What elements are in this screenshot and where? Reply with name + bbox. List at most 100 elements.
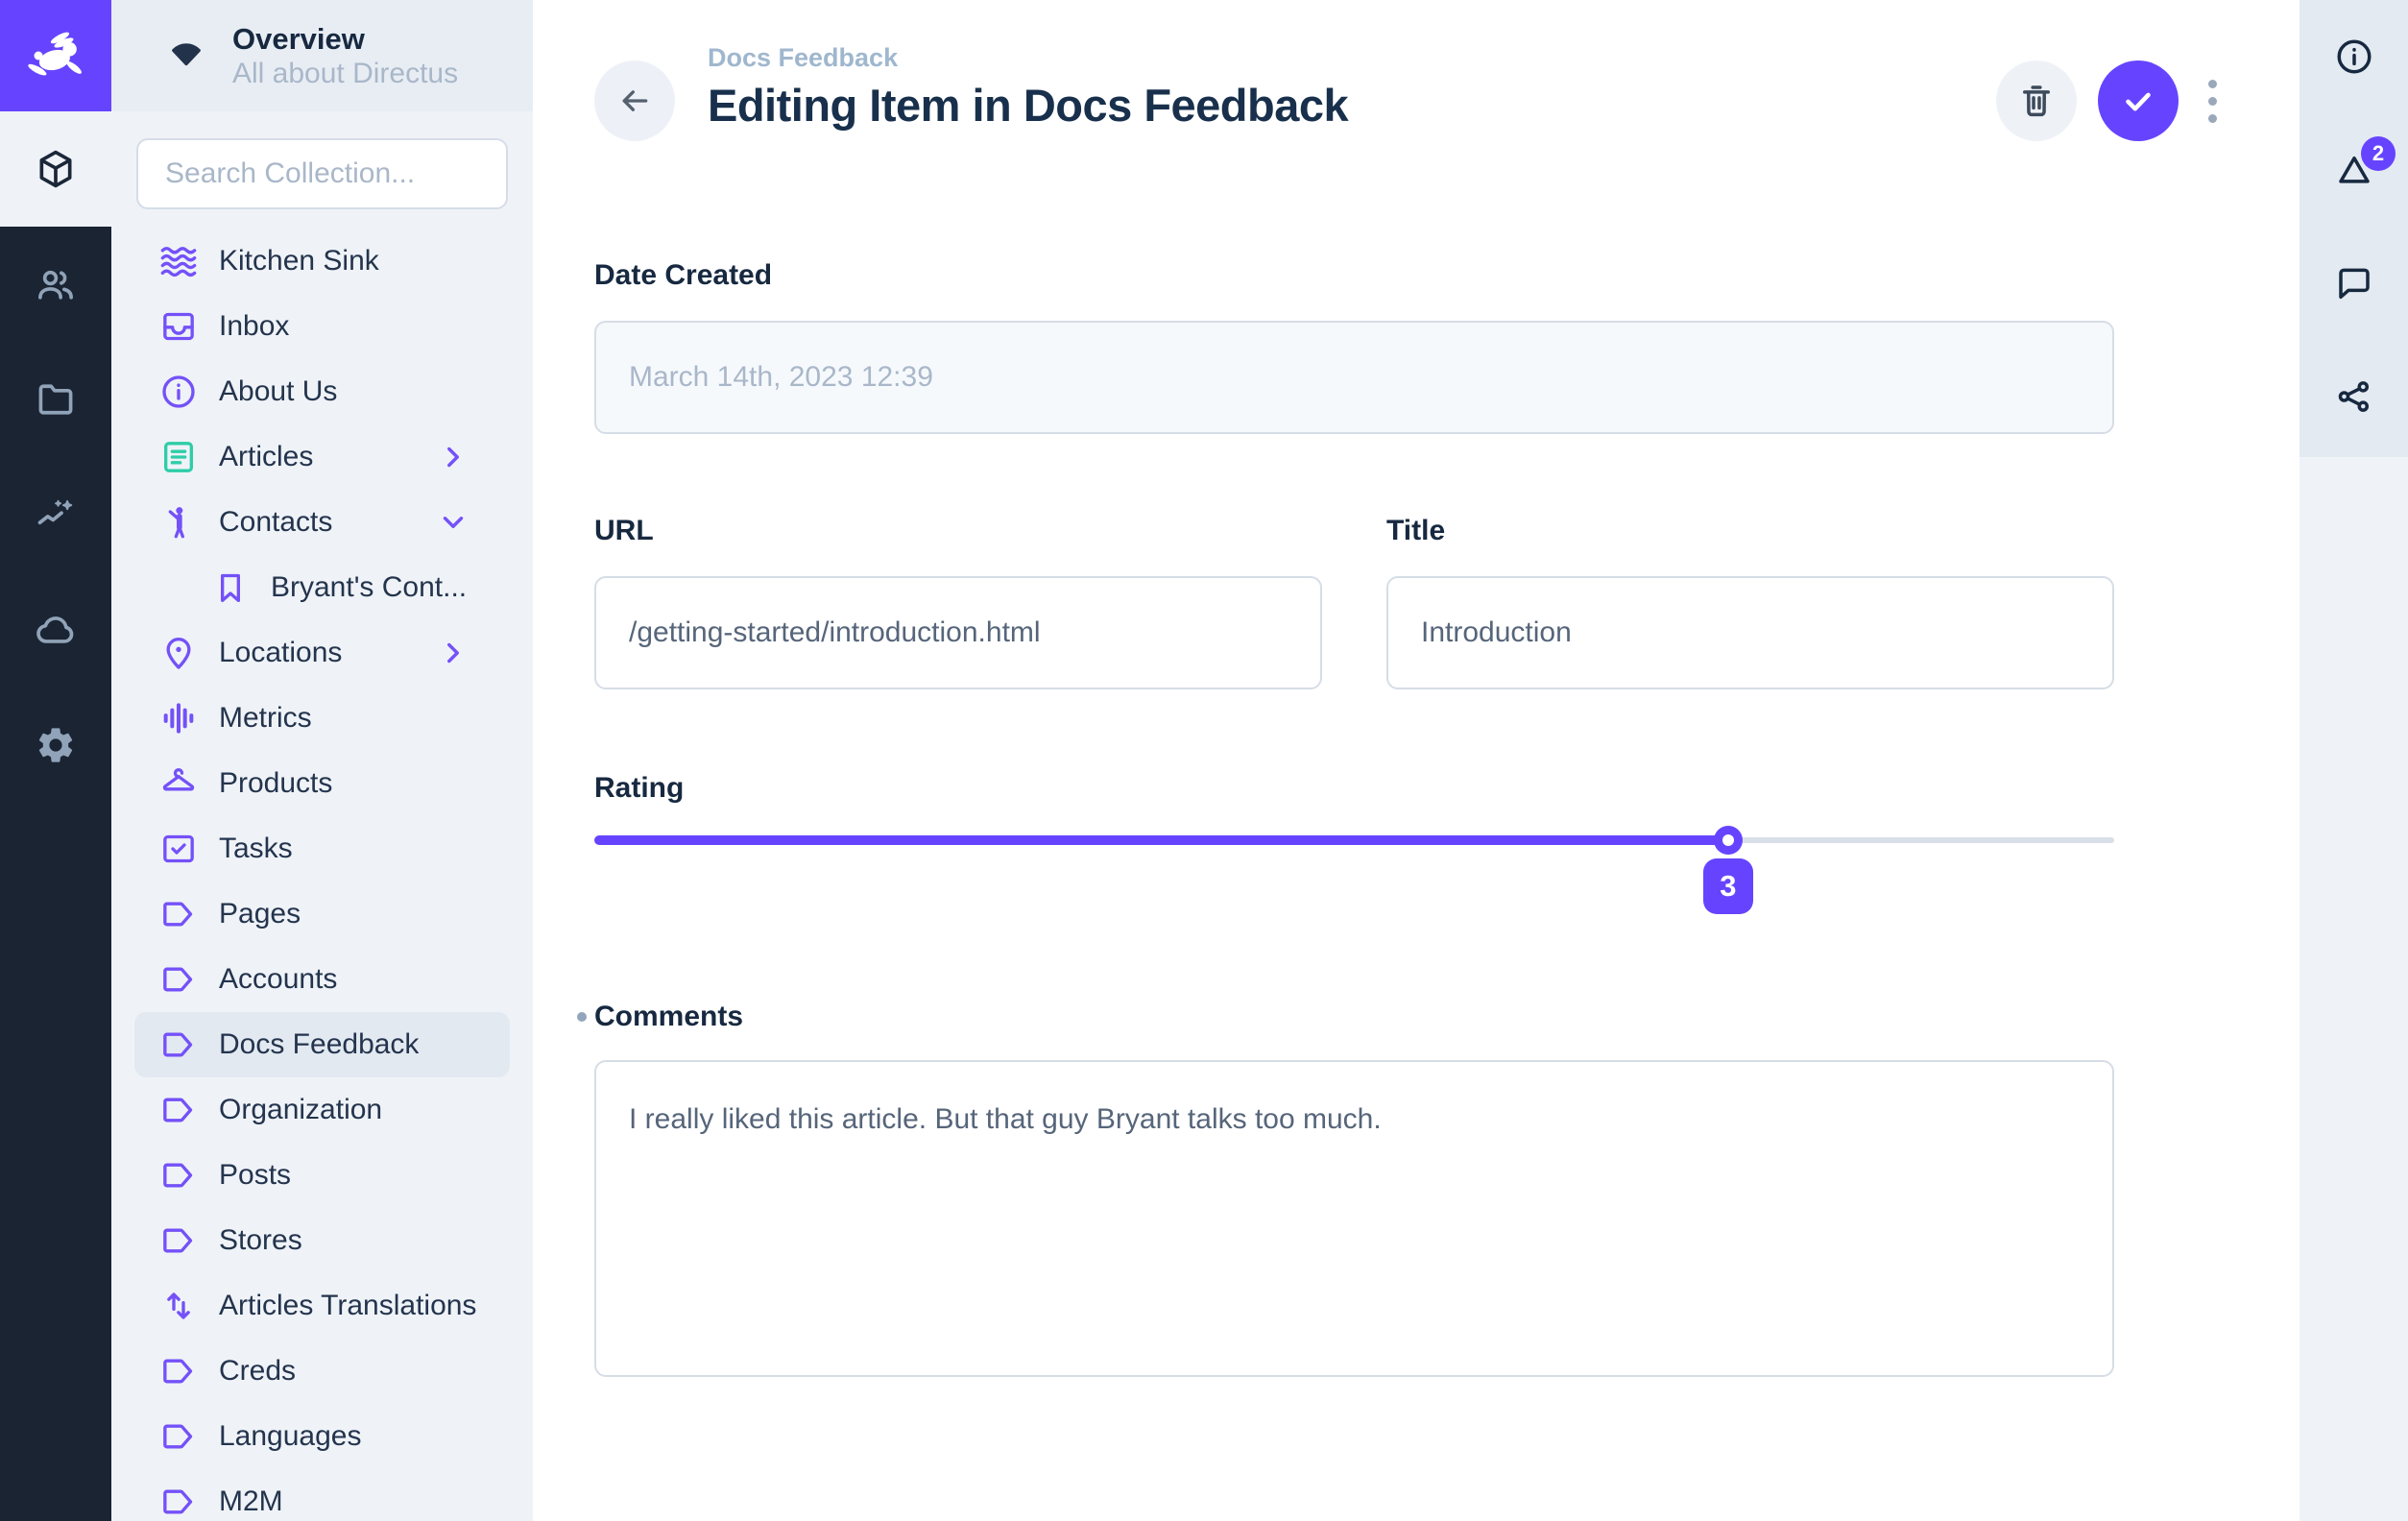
cloud-icon	[35, 609, 77, 651]
revisions-button[interactable]: 2	[2300, 113, 2408, 227]
sidebar-item-articles[interactable]: Articles	[134, 424, 510, 490]
page-titles: Docs Feedback Editing Item in Docs Feedb…	[708, 42, 1348, 133]
url-input[interactable]	[594, 576, 1322, 689]
label-icon	[159, 1091, 198, 1129]
label-icon	[159, 1352, 198, 1390]
date-created-label: Date Created	[594, 257, 2114, 294]
main-content: Docs Feedback Editing Item in Docs Feedb…	[533, 0, 2300, 1521]
module-bar	[0, 0, 111, 1521]
chevron-right-icon	[437, 441, 470, 473]
rabbit-logo-icon	[21, 21, 90, 90]
back-button[interactable]	[594, 60, 675, 141]
arrow-left-icon	[615, 82, 654, 120]
inbox-icon	[159, 307, 198, 346]
bookmark-icon	[211, 568, 250, 607]
settings-module[interactable]	[0, 688, 111, 803]
url-field: URL	[594, 513, 1322, 689]
sidebar-item-inbox[interactable]: Inbox	[134, 294, 510, 359]
equalizer-icon	[159, 699, 198, 737]
comments-textarea[interactable]: I really liked this article. But that gu…	[594, 1060, 2114, 1377]
sidebar-item-metrics[interactable]: Metrics	[134, 686, 510, 751]
person-icon	[159, 503, 198, 542]
right-sidebar: 2	[2300, 0, 2408, 1521]
files-module[interactable]	[0, 342, 111, 457]
hanger-icon	[159, 764, 198, 803]
url-label: URL	[594, 513, 1322, 549]
page-title: Editing Item in Docs Feedback	[708, 78, 1348, 133]
collections-sidebar: Overview All about Directus Kitchen Sink…	[111, 0, 533, 1521]
gear-icon	[35, 724, 77, 766]
label-icon	[159, 960, 198, 999]
cube-icon	[35, 148, 77, 190]
sidebar-item-contacts[interactable]: Contacts	[134, 490, 510, 555]
date-created-input[interactable]	[594, 321, 2114, 434]
rating-field: Rating 3	[594, 770, 2114, 855]
sidebar-item-pages[interactable]: Pages	[134, 881, 510, 947]
project-header[interactable]: Overview All about Directus	[111, 0, 533, 111]
check-icon	[2118, 81, 2158, 121]
sidebar-buttons: 2	[2300, 0, 2408, 457]
collection-list: Kitchen Sink Inbox About Us Articles Con…	[111, 229, 533, 1521]
revisions-count-badge: 2	[2361, 136, 2396, 171]
sidebar-item-languages[interactable]: Languages	[134, 1404, 510, 1469]
project-subtitle: All about Directus	[232, 57, 458, 91]
sidebar-item-accounts[interactable]: Accounts	[134, 947, 510, 1012]
sidebar-item-creds[interactable]: Creds	[134, 1339, 510, 1404]
sidebar-item-organization[interactable]: Organization	[134, 1077, 510, 1143]
slider-fill	[594, 835, 1728, 845]
item-form: Date Created URL Title Rating	[594, 257, 2114, 1382]
content-module[interactable]	[0, 111, 111, 227]
task-icon	[159, 830, 198, 868]
rating-slider[interactable]: 3	[594, 826, 2114, 855]
title-label: Title	[1386, 513, 2114, 549]
sidebar-item-kitchen-sink[interactable]: Kitchen Sink	[134, 229, 510, 294]
comments-field: Comments I really liked this article. Bu…	[594, 999, 2114, 1382]
sidebar-item-m2m[interactable]: M2M	[134, 1469, 510, 1521]
swap-icon	[159, 1287, 198, 1325]
item-info-button[interactable]	[2300, 0, 2408, 113]
insights-icon	[35, 494, 77, 536]
sidebar-item-stores[interactable]: Stores	[134, 1208, 510, 1273]
comments-label: Comments	[594, 999, 743, 1035]
sidebar-item-articles-translations[interactable]: Articles Translations	[134, 1273, 510, 1339]
share-button[interactable]	[2300, 340, 2408, 453]
pin-icon	[159, 634, 198, 672]
title-input[interactable]	[1386, 576, 2114, 689]
label-icon	[159, 895, 198, 933]
users-icon	[35, 263, 77, 305]
slider-thumb[interactable]	[1714, 826, 1743, 855]
slider-value-badge: 3	[1703, 858, 1753, 914]
module-list	[0, 111, 111, 803]
trash-icon	[2016, 81, 2057, 121]
cloud-module[interactable]	[0, 572, 111, 688]
more-options-button[interactable]	[2200, 60, 2225, 141]
label-icon	[159, 1026, 198, 1064]
label-icon	[159, 1417, 198, 1456]
sidebar-item-locations[interactable]: Locations	[134, 620, 510, 686]
comments-button[interactable]	[2300, 227, 2408, 340]
insights-module[interactable]	[0, 457, 111, 572]
project-title: Overview	[232, 21, 458, 57]
info-icon	[159, 373, 198, 411]
search-wrap	[111, 111, 533, 229]
rating-label: Rating	[594, 770, 2114, 807]
label-icon	[159, 1156, 198, 1195]
sidebar-item-about-us[interactable]: About Us	[134, 359, 510, 424]
kebab-menu-icon	[2208, 80, 2217, 88]
breadcrumb[interactable]: Docs Feedback	[708, 42, 1348, 74]
delete-item-button[interactable]	[1996, 60, 2077, 141]
users-module[interactable]	[0, 227, 111, 342]
save-item-button[interactable]	[2098, 60, 2179, 141]
sidebar-item-bryant-s-cont[interactable]: Bryant's Cont...	[134, 555, 510, 620]
label-icon	[159, 1221, 198, 1260]
sidebar-item-products[interactable]: Products	[134, 751, 510, 816]
fan-icon	[165, 35, 207, 77]
label-icon	[159, 1483, 198, 1521]
chevron-right-icon	[437, 637, 470, 669]
search-collection-input[interactable]	[136, 138, 508, 209]
sidebar-item-docs-feedback[interactable]: Docs Feedback	[134, 1012, 510, 1077]
sidebar-item-posts[interactable]: Posts	[134, 1143, 510, 1208]
directus-rabbit-logo[interactable]	[0, 0, 111, 111]
sidebar-item-tasks[interactable]: Tasks	[134, 816, 510, 881]
folder-icon	[35, 378, 77, 421]
